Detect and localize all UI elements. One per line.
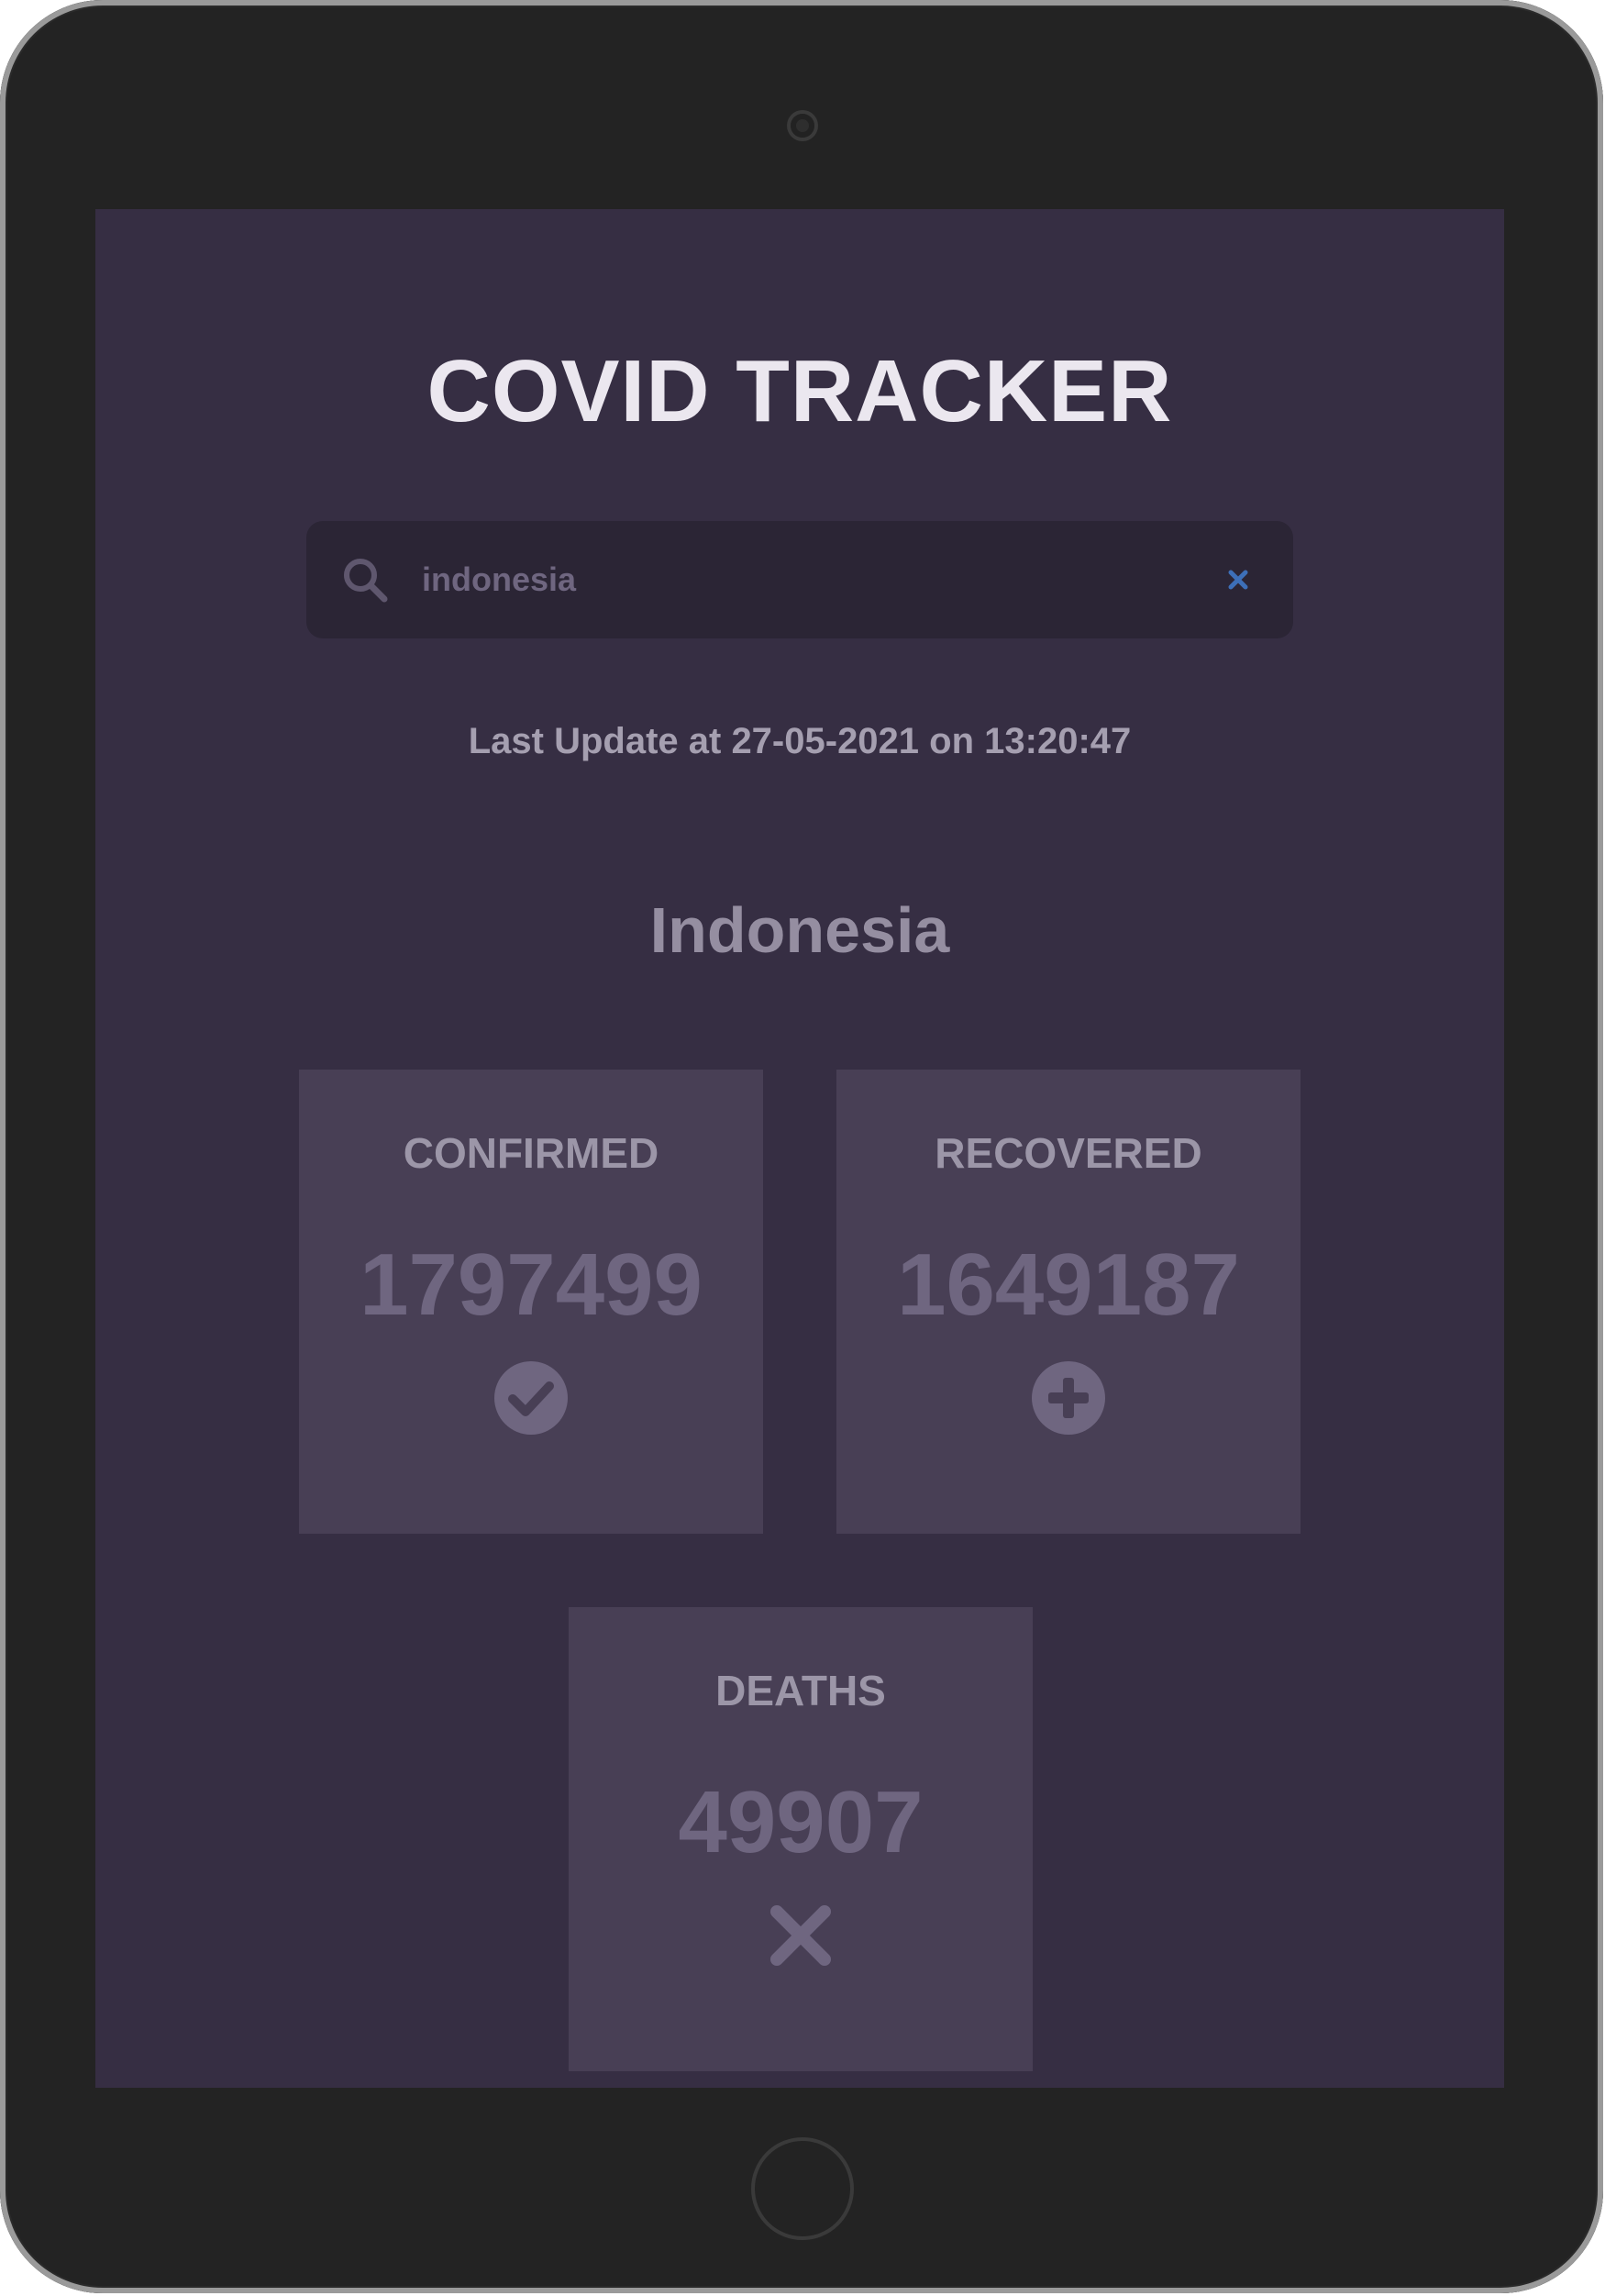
deaths-card: DEATHS 49907 <box>569 1607 1033 2071</box>
recovered-value: 1649187 <box>897 1236 1240 1334</box>
app-screen: COVID TRACKER Last Update at 27-05-2021 … <box>95 209 1504 2088</box>
confirmed-value: 1797499 <box>360 1236 703 1334</box>
last-update-text: Last Update at 27-05-2021 on 13:20:47 <box>468 721 1132 761</box>
confirmed-label: CONFIRMED <box>403 1129 659 1177</box>
recovered-label: RECOVERED <box>935 1129 1202 1177</box>
home-button[interactable] <box>751 2137 854 2240</box>
country-name: Indonesia <box>649 894 950 966</box>
recovered-card: RECOVERED 1649187 <box>836 1070 1301 1534</box>
search-input[interactable] <box>422 549 1174 611</box>
close-icon[interactable] <box>1223 565 1253 594</box>
confirmed-card: CONFIRMED 1797499 <box>299 1070 763 1534</box>
check-circle-icon <box>494 1361 568 1435</box>
plus-circle-icon <box>1032 1361 1105 1435</box>
x-icon <box>770 1905 831 1966</box>
deaths-value: 49907 <box>678 1773 924 1871</box>
search-bar <box>306 521 1293 638</box>
search-icon <box>344 559 388 603</box>
deaths-label: DEATHS <box>715 1667 886 1714</box>
tablet-frame: COVID TRACKER Last Update at 27-05-2021 … <box>0 0 1603 2293</box>
page-title: COVID TRACKER <box>426 342 1173 440</box>
camera <box>791 114 814 138</box>
